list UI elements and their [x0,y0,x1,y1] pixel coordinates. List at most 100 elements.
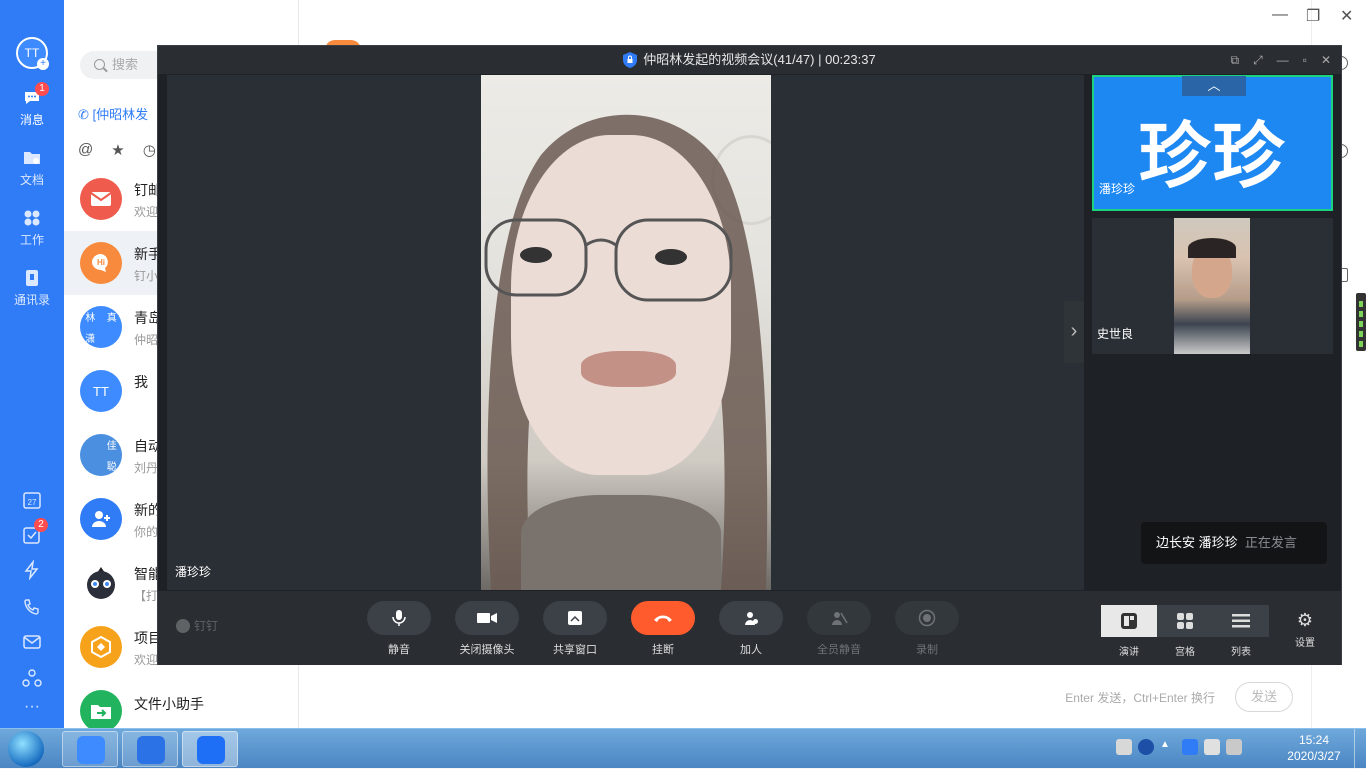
chevron-up-icon[interactable]: ︿ [1182,76,1246,96]
speaking-names: 边长安 潘珍珍 [1156,535,1238,550]
fullscreen-icon[interactable]: ⤢ [1253,46,1263,74]
taskbar-app-dingtalk[interactable] [62,731,118,767]
view-speaker-button[interactable]: 演讲 [1101,605,1157,658]
taskbar-app-wps[interactable] [122,731,178,767]
clock-time: 15:24 [1298,733,1330,747]
restore-icon[interactable]: ❐ [1306,6,1320,26]
wps-icon [137,736,165,764]
group-avatar-char: 佳 [106,440,117,452]
pip-icon[interactable]: ⧉ [1230,46,1239,74]
dingtalk-icon [77,736,105,764]
view-grid-button[interactable]: 宫格 [1157,605,1213,658]
mail-icon[interactable] [22,632,42,652]
maximize-icon[interactable]: ▫ [1303,46,1307,74]
sidebar-item-label: 通讯录 [13,293,50,307]
add-person-button[interactable]: 加人 [719,601,783,657]
mute-button[interactable]: 静音 [367,601,431,657]
group-avatar-icon: 林 真 潇 [80,306,122,348]
clock-filter-icon[interactable]: ◷ [143,141,156,159]
conversation-item[interactable]: 文件小助手 [64,679,299,728]
record-icon [918,609,936,627]
svg-text:Hi: Hi [97,258,105,267]
view-list-button[interactable]: 列表 [1213,605,1269,658]
mention-filter-icon[interactable]: @ [78,141,93,159]
minimize-icon[interactable]: — [1272,6,1288,24]
ongoing-call-banner[interactable]: ✆ [仲昭林发 [78,104,148,123]
calendar-icon[interactable]: 27 [22,490,42,510]
conversation-title: 文件小助手 [134,696,204,712]
sidebar-item-docs[interactable]: 文档 [0,148,64,188]
conversation-preview: 刘丹 [134,461,159,475]
dingtalk-logo: 钉钉 [176,617,218,634]
video-meeting-icon [197,736,225,764]
star-filter-icon[interactable]: ★ [111,141,124,159]
camera-off-button[interactable]: 关闭摄像头 [455,601,519,657]
button-label: 录制 [916,644,938,656]
sidebar-item-label: 文档 [19,173,44,187]
contacts-book-icon [26,270,38,286]
group-avatar-icon: 佳 聪 [80,434,122,476]
sidebar-item-contacts[interactable]: 通讯录 [0,268,64,308]
user-avatar[interactable]: TT + [16,37,49,70]
button-label: 演讲 [1119,647,1139,658]
mute-all-icon [832,612,848,625]
settings-button[interactable]: ⚙ 设置 [1288,609,1322,649]
conversation-preview: 欢迎 [134,653,159,667]
conversation-preview: 你的 [134,525,159,539]
phone-call-icon[interactable] [22,597,42,617]
show-desktop-button[interactable] [1354,729,1366,769]
security-shield-icon[interactable] [1182,739,1198,755]
sidebar-item-messages[interactable]: 1 消息 [0,82,64,128]
button-label: 加人 [740,644,762,656]
network-icon[interactable] [1204,739,1220,755]
gear-icon: ⚙ [1296,610,1314,630]
minimize-icon[interactable]: — [1277,46,1289,74]
tray-expand-icon[interactable]: ▲ [1160,739,1176,755]
shield-lock-icon [623,52,638,68]
sidebar-item-work[interactable]: 工作 [0,208,64,248]
filter-row: @ ★ ◷ [78,141,156,159]
system-clock[interactable]: 15:24 2020/3/27 [1282,732,1346,764]
participant-name: 潘珍珍 [1099,182,1136,196]
hang-up-button[interactable]: 挂断 [631,601,695,657]
participant-thumbnail[interactable]: ︿ 珍珍 潘珍珍 [1092,75,1333,211]
todo-button[interactable]: 2 [22,518,48,545]
hi-bubble-icon: Hi [80,242,122,284]
volume-muted-icon[interactable] [1226,739,1242,755]
close-icon[interactable]: ✕ [1340,6,1353,26]
robot-icon [80,562,122,604]
share-screen-icon [568,611,582,625]
mute-all-button[interactable]: 全员静音 [807,601,871,657]
button-label: 宫格 [1175,647,1195,658]
more-dots-icon[interactable]: ··· [22,698,42,718]
group-avatar-char: 潇 [85,334,96,346]
button-label: 列表 [1231,647,1251,658]
chevron-right-icon[interactable]: › [1064,301,1084,363]
lightning-icon[interactable] [22,560,42,580]
avatar-initials: TT [93,383,109,399]
speaking-status: 正在发言 [1244,535,1297,550]
close-icon[interactable]: ✕ [1321,46,1331,74]
button-label: 关闭摄像头 [459,644,515,656]
button-label: 全员静音 [817,644,861,656]
button-label: 挂断 [652,644,674,656]
help-icon[interactable] [1138,739,1154,755]
phone-icon: ✆ [78,107,93,122]
keyboard-icon[interactable] [1116,739,1132,755]
hang-up-icon [654,615,672,622]
svg-text:27: 27 [28,498,37,507]
start-button[interactable] [8,731,44,767]
participant-thumbnail[interactable]: 史世良 [1092,218,1333,354]
video-meeting-window: 仲昭林发起的视频会议(41/47) | 00:23:37 ⧉ ⤢ — ▫ ✕ 潘… [157,45,1342,665]
project-icon [80,626,122,668]
share-window-button[interactable]: 共享窗口 [543,601,607,657]
cloud-network-icon[interactable] [22,668,42,688]
search-placeholder: 搜索 [112,57,139,72]
record-button[interactable]: 录制 [895,601,959,657]
sidebar-item-label: 工作 [19,233,44,247]
participant-video [1174,218,1250,354]
button-label: 静音 [388,644,410,656]
main-speaker-name: 潘珍珍 [175,565,212,579]
taskbar-app-meeting[interactable] [182,731,238,767]
send-button[interactable]: 发送 [1235,682,1293,712]
